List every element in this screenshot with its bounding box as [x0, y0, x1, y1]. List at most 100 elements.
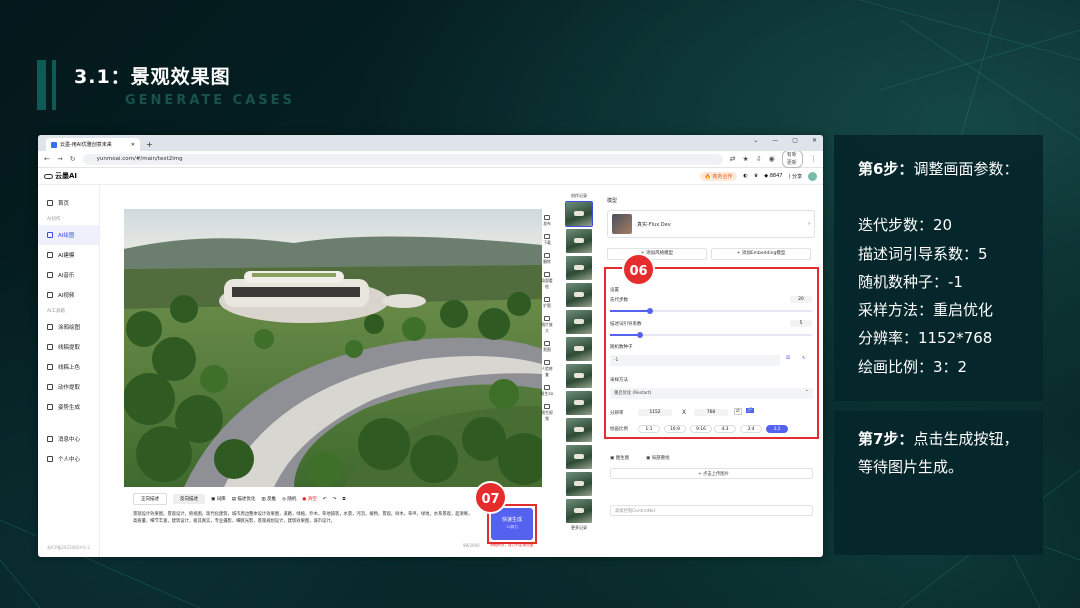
sidebar-item-label: AI建模 [58, 253, 75, 259]
history-thumb[interactable] [566, 364, 592, 388]
model-selector[interactable]: 真实-Flux Dev › [607, 210, 815, 238]
download-icon [544, 234, 550, 239]
tool-face-fix[interactable]: 人脸修复 [540, 360, 554, 378]
sidebar-item-label: 个人中心 [58, 457, 81, 463]
coop-button[interactable]: 🔥 商务合作 [699, 171, 738, 181]
copy-icon[interactable]: ⧉ [342, 496, 345, 502]
step7-heading: 第7步：点击生成按钮， [858, 428, 1018, 449]
history-thumb[interactable] [566, 310, 592, 334]
history-thumb[interactable] [566, 418, 592, 442]
history-thumb[interactable] [566, 499, 592, 523]
generated-image[interactable] [124, 209, 542, 487]
tool-inpaint[interactable]: 局部重绘 [540, 272, 554, 290]
sidebar-item-messages[interactable]: 消息中心 [38, 429, 99, 449]
maximize-icon[interactable]: ▢ [792, 137, 798, 144]
avatar[interactable] [808, 171, 817, 181]
tool-delete[interactable]: 删除 [540, 253, 554, 265]
forward-icon[interactable]: → [57, 155, 63, 163]
undo-icon[interactable]: ↶ [323, 497, 327, 502]
slide-title: 3.1：景观效果图 [74, 66, 231, 88]
tool-outpaint[interactable]: 扩图 [540, 297, 554, 309]
history-thumb[interactable] [566, 472, 592, 496]
optimize-button[interactable]: ▤ 描述优化 [232, 496, 256, 502]
sidebar-group-ai-create: AI创作 [47, 217, 61, 222]
minimize-icon[interactable]: — [772, 137, 778, 144]
vip-icon[interactable]: ♛ [754, 173, 758, 179]
dropdown-icon[interactable]: ⌄ [753, 137, 758, 144]
browser-tab[interactable]: 云墨-用AI优雅创意未来 ✕ [46, 138, 140, 151]
sidebar-item-pose-extract[interactable]: 动作提取 [38, 377, 99, 397]
clear-button[interactable]: ● 清空 [302, 496, 316, 502]
add-style-model-button[interactable]: + 添加风格模型 [607, 248, 707, 260]
sidebar-item-label: 动作提取 [58, 385, 81, 391]
history-more[interactable]: 更多记录 [564, 525, 594, 531]
share-button[interactable]: ⟨ 分享 [788, 173, 802, 180]
profile-icon[interactable]: ◉ [769, 155, 775, 163]
upload-image-button[interactable]: + 点击上传图片 [610, 468, 813, 479]
tab-label: 图生图 [615, 456, 630, 461]
history-thumb[interactable] [566, 256, 592, 280]
icp-footer: 浙ICP备2023080X号-2 [47, 545, 90, 550]
advanced-controlnet[interactable]: 高级控制ControlNet [610, 505, 813, 516]
more-menu-icon[interactable]: ⋮ [810, 155, 817, 163]
header-right: 🔥 商务合作 ◐ ♛ ◆ 8847 ⟨ 分享 [699, 171, 817, 181]
close-window-icon[interactable]: ✕ [812, 137, 817, 144]
add-embedding-button[interactable]: + 添加Embedding模型 [711, 248, 811, 260]
generate-button[interactable]: 快速生成 12算力 [491, 508, 533, 540]
history-thumb[interactable] [565, 201, 593, 227]
sidebar-item-pose-generate[interactable]: 姿势生成 [38, 397, 99, 417]
sidebar-item-home[interactable]: 首页 [38, 193, 99, 213]
back-icon[interactable]: ← [44, 155, 50, 163]
user-icon [47, 456, 53, 462]
download-icon[interactable]: ⇩ [756, 155, 762, 163]
zoom-icon [544, 316, 550, 321]
tool-img-to-3d[interactable]: 图生3D [540, 385, 554, 397]
tab-negative-prompt[interactable]: 反向描述 [173, 494, 205, 504]
controlnet-tab[interactable]: ▣ 局部重绘 [646, 455, 670, 461]
url-input[interactable]: yunmoai.com/#/main/text2img [82, 153, 723, 165]
translate-icon[interactable]: ⇄ [730, 155, 736, 163]
sidebar-item-colorize[interactable]: 线稿上色 [38, 357, 99, 377]
word-library-button[interactable]: ▣ 词库 [211, 496, 226, 502]
tab-positive-prompt[interactable]: 正向描述 [133, 493, 167, 505]
param-steps: 迭代步数：20 [858, 216, 953, 234]
sidebar-item-lineart[interactable]: 线稿提取 [38, 337, 99, 357]
prompt-textarea[interactable]: 景观设计效果图。景观设计，俯视图，现代化建筑，城市周边整体设计效果图，道路，绿植… [133, 511, 473, 525]
reverse-button[interactable]: ▥ 反推 [261, 496, 276, 502]
tool-matting[interactable]: 抠图 [540, 341, 554, 353]
sidebar-item-label: 线稿上色 [58, 365, 81, 371]
sidebar-item-ai-video[interactable]: AI视频 [38, 285, 99, 305]
sidebar-item-doodle[interactable]: 涂鸦绘图 [38, 317, 99, 337]
img2img-tab[interactable]: ▣ 图生图 [610, 455, 629, 461]
redo-icon[interactable]: ↷ [333, 497, 337, 502]
sidebar-item-profile[interactable]: 个人中心 [38, 449, 99, 469]
history-thumb[interactable] [566, 283, 592, 307]
bookmark-star-icon[interactable]: ★ [743, 155, 749, 163]
sidebar-item-ai-model[interactable]: AI建模 [38, 245, 99, 265]
tool-label: 词库 [216, 497, 226, 502]
history-thumb[interactable] [566, 445, 592, 469]
update-button[interactable]: 有新更新 [781, 150, 803, 168]
random-button[interactable]: ◎ 随机 [282, 496, 296, 502]
sidebar-item-ai-draw[interactable]: AI绘图 [38, 225, 99, 245]
step6-title: 第6步： [858, 160, 914, 178]
reload-icon[interactable]: ↻ [70, 155, 76, 163]
tool-upscale[interactable]: 图片放大 [540, 316, 554, 334]
close-tab-icon[interactable]: ✕ [131, 142, 135, 148]
history-thumb[interactable] [566, 229, 592, 253]
app-logo[interactable]: 云墨AI [44, 171, 77, 181]
sidebar-item-ai-music[interactable]: AI音乐 [38, 265, 99, 285]
tool-label: 局部重绘 [541, 278, 553, 289]
tool-label: 清空 [307, 497, 317, 502]
theme-icon[interactable]: ◐ [743, 173, 747, 179]
music-icon [47, 272, 53, 278]
tool-publish[interactable]: 发布 [540, 215, 554, 227]
scissors-icon [544, 341, 550, 346]
new-tab-button[interactable]: + [146, 138, 153, 151]
points-display[interactable]: ◆ 8847 [764, 173, 782, 179]
history-thumb[interactable] [566, 337, 592, 361]
sidebar-item-label: 消息中心 [58, 437, 81, 443]
tool-img-to-video[interactable]: 图生视频 [540, 404, 554, 422]
history-thumb[interactable] [566, 391, 592, 415]
tool-download[interactable]: 下载 [540, 234, 554, 246]
